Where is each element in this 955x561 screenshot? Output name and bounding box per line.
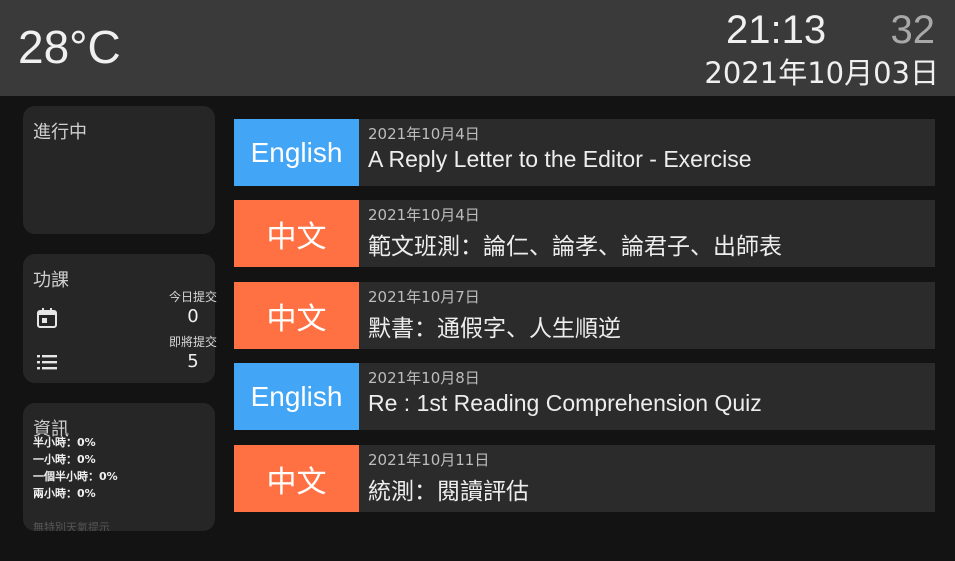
subject-badge-chinese: 中文 bbox=[234, 445, 359, 512]
task-title: 範文班測：論仁、論孝、論君子、出師表 bbox=[368, 234, 782, 260]
task-title: Re : 1st Reading Comprehension Quiz bbox=[368, 390, 762, 416]
rain-chance-half-hour: 半小時：0% bbox=[33, 436, 96, 449]
subject-badge-english: English bbox=[234, 363, 359, 430]
today-due-count: 0 bbox=[187, 306, 199, 327]
in-progress-card[interactable]: 進行中 bbox=[23, 106, 215, 234]
homework-title: 功課 bbox=[33, 270, 69, 291]
rain-chance-one-hour: 一小時：0% bbox=[33, 453, 96, 466]
homework-card[interactable]: 功課 今日提交 0 即將提交 5 bbox=[23, 254, 217, 383]
info-card[interactable]: 資訊 半小時：0% 一小時：0% 一個半小時：0% 兩小時：0% 無特別天氣提示 bbox=[23, 403, 215, 531]
list-icon bbox=[37, 355, 57, 370]
temperature: 28°C bbox=[18, 21, 121, 73]
task-due-date: 2021年10月8日 bbox=[368, 369, 480, 387]
task-item[interactable]: 中文 2021年10月4日 範文班測：論仁、論孝、論君子、出師表 bbox=[234, 200, 935, 267]
subject-badge-english: English bbox=[234, 119, 359, 186]
subject-badge-chinese: 中文 bbox=[234, 282, 359, 349]
task-item[interactable]: 中文 2021年10月7日 默書：通假字、人生順逆 bbox=[234, 282, 935, 349]
task-title: 默書：通假字、人生順逆 bbox=[368, 316, 621, 342]
clock-seconds: 32 bbox=[890, 8, 936, 52]
task-due-date: 2021年10月4日 bbox=[368, 206, 480, 224]
task-item[interactable]: 中文 2021年10月11日 統測：閱讀評估 bbox=[234, 445, 935, 512]
rain-chance-one-and-half-hour: 一個半小時：0% bbox=[33, 470, 118, 483]
rain-chance-two-hours: 兩小時：0% bbox=[33, 487, 96, 500]
current-date: 2021年10月03日 bbox=[704, 56, 939, 90]
task-item[interactable]: English 2021年10月4日 A Reply Letter to the… bbox=[234, 119, 935, 186]
task-due-date: 2021年10月11日 bbox=[368, 451, 490, 469]
task-due-date: 2021年10月4日 bbox=[368, 125, 480, 143]
calendar-icon bbox=[37, 308, 57, 328]
task-item[interactable]: English 2021年10月8日 Re : 1st Reading Comp… bbox=[234, 363, 935, 430]
upcoming-due-count: 5 bbox=[187, 351, 199, 372]
upcoming-due-label: 即將提交 bbox=[168, 335, 217, 349]
today-due-label: 今日提交 bbox=[168, 290, 217, 304]
in-progress-title: 進行中 bbox=[33, 122, 87, 143]
task-title: A Reply Letter to the Editor - Exercise bbox=[368, 146, 752, 172]
task-due-date: 2021年10月7日 bbox=[368, 288, 480, 306]
task-title: 統測：閱讀評估 bbox=[368, 479, 529, 505]
clock-time: 21:13 bbox=[726, 8, 827, 52]
weather-warning-text: 無特別天氣提示 bbox=[33, 521, 110, 531]
subject-badge-chinese: 中文 bbox=[234, 200, 359, 267]
top-bar: 28°C 21:13 32 2021年10月03日 bbox=[0, 0, 955, 96]
